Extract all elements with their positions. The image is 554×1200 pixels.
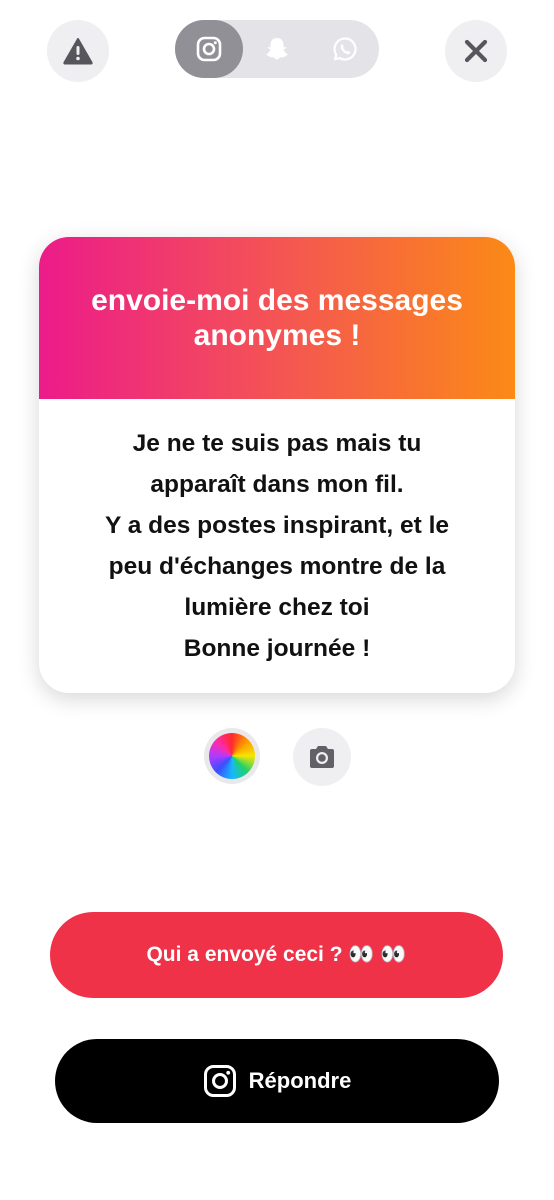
card-title: envoie-moi des messages anonymes ! <box>91 284 463 352</box>
whatsapp-icon <box>333 37 357 61</box>
who-sent-label: Qui a envoyé ceci ? 👀 👀 <box>146 943 407 966</box>
close-x-icon <box>464 39 488 63</box>
share-whatsapp-option[interactable] <box>311 20 379 78</box>
message-card: envoie-moi des messages anonymes ! Je ne… <box>39 237 515 693</box>
report-button[interactable] <box>47 20 109 82</box>
warning-triangle-icon <box>63 38 93 65</box>
share-snapchat-option[interactable] <box>243 20 311 78</box>
message-text: Je ne te suis pas mais tu apparaît dans … <box>104 430 450 662</box>
card-body: Je ne te suis pas mais tu apparaît dans … <box>39 399 515 693</box>
instagram-icon <box>203 1065 236 1097</box>
camera-button[interactable] <box>293 728 351 786</box>
color-wheel-icon <box>209 733 255 779</box>
close-button[interactable] <box>445 20 507 82</box>
instagram-icon <box>196 36 222 62</box>
share-instagram-option[interactable] <box>175 20 243 78</box>
reply-button[interactable]: Répondre <box>55 1039 499 1123</box>
snapchat-icon <box>266 38 288 60</box>
who-sent-this-button[interactable]: Qui a envoyé ceci ? 👀 👀 <box>50 912 503 998</box>
share-platform-selector <box>175 20 379 78</box>
color-picker-button[interactable] <box>204 728 260 784</box>
reply-label: Répondre <box>248 1068 352 1093</box>
camera-icon <box>310 746 334 768</box>
card-header: envoie-moi des messages anonymes ! <box>39 237 515 399</box>
